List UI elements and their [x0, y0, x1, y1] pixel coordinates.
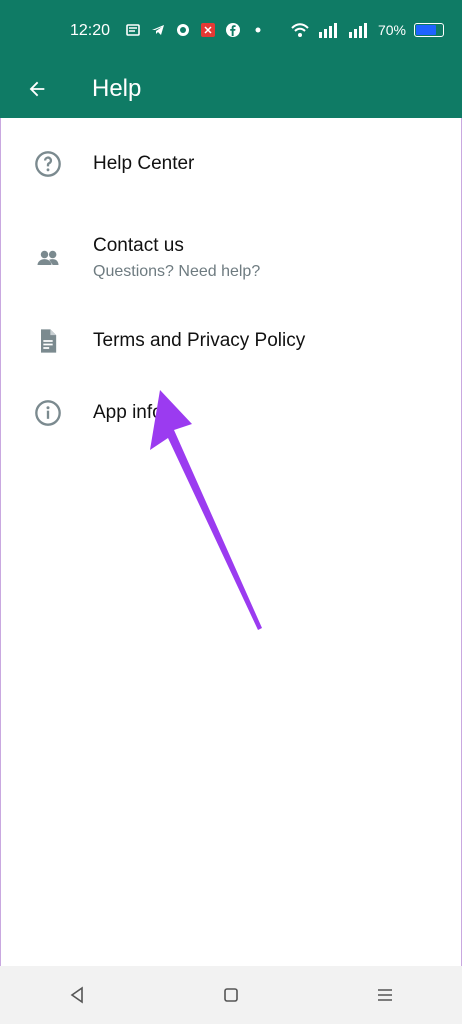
dot-icon	[255, 27, 261, 33]
people-icon	[34, 244, 62, 272]
square-home-icon	[224, 988, 238, 1002]
app-bar: Help	[0, 60, 462, 118]
back-button[interactable]	[22, 74, 52, 104]
telegram-icon	[152, 25, 164, 35]
triangle-back-icon	[70, 986, 83, 1004]
menu-label: Contact us	[93, 234, 184, 256]
notification-icon	[126, 24, 140, 36]
navigation-bar	[0, 966, 462, 1024]
nav-home-button[interactable]	[218, 982, 244, 1008]
wifi-icon	[291, 23, 309, 37]
menu-lines-icon	[378, 989, 392, 1001]
menu-subtitle: Questions? Need help?	[93, 262, 261, 280]
help-circle-icon	[34, 150, 62, 178]
nav-menu-button[interactable]	[372, 982, 398, 1008]
signal-icon-2	[348, 23, 367, 38]
battery-icon	[414, 23, 444, 37]
back-arrow-icon	[29, 81, 45, 97]
signal-icon	[318, 23, 337, 38]
app-icon	[201, 23, 215, 37]
menu-label: Terms and Privacy Policy	[93, 330, 306, 351]
status-icons	[125, 22, 266, 38]
menu-label: Help Center	[93, 153, 195, 174]
menu-item-help-center[interactable]: Help Center	[0, 118, 462, 210]
facebook-icon	[226, 23, 240, 37]
status-bar: 12:20 70%	[0, 0, 462, 60]
status-time: 12:20	[70, 22, 111, 39]
document-icon	[34, 327, 62, 355]
whatsapp-icon	[177, 24, 189, 36]
help-menu: Help Center Contact us Questions? Need h…	[0, 118, 462, 449]
menu-item-app-info[interactable]: App info	[0, 377, 462, 449]
menu-item-terms[interactable]: Terms and Privacy Policy	[0, 305, 462, 377]
info-icon	[34, 399, 62, 427]
battery-percent: 70%	[377, 22, 406, 38]
status-right: 70%	[290, 22, 444, 38]
page-title: Help	[92, 75, 142, 102]
menu-item-contact-us[interactable]: Contact us Questions? Need help?	[0, 210, 462, 305]
nav-back-button[interactable]	[64, 982, 90, 1008]
menu-label: App info	[93, 402, 163, 423]
